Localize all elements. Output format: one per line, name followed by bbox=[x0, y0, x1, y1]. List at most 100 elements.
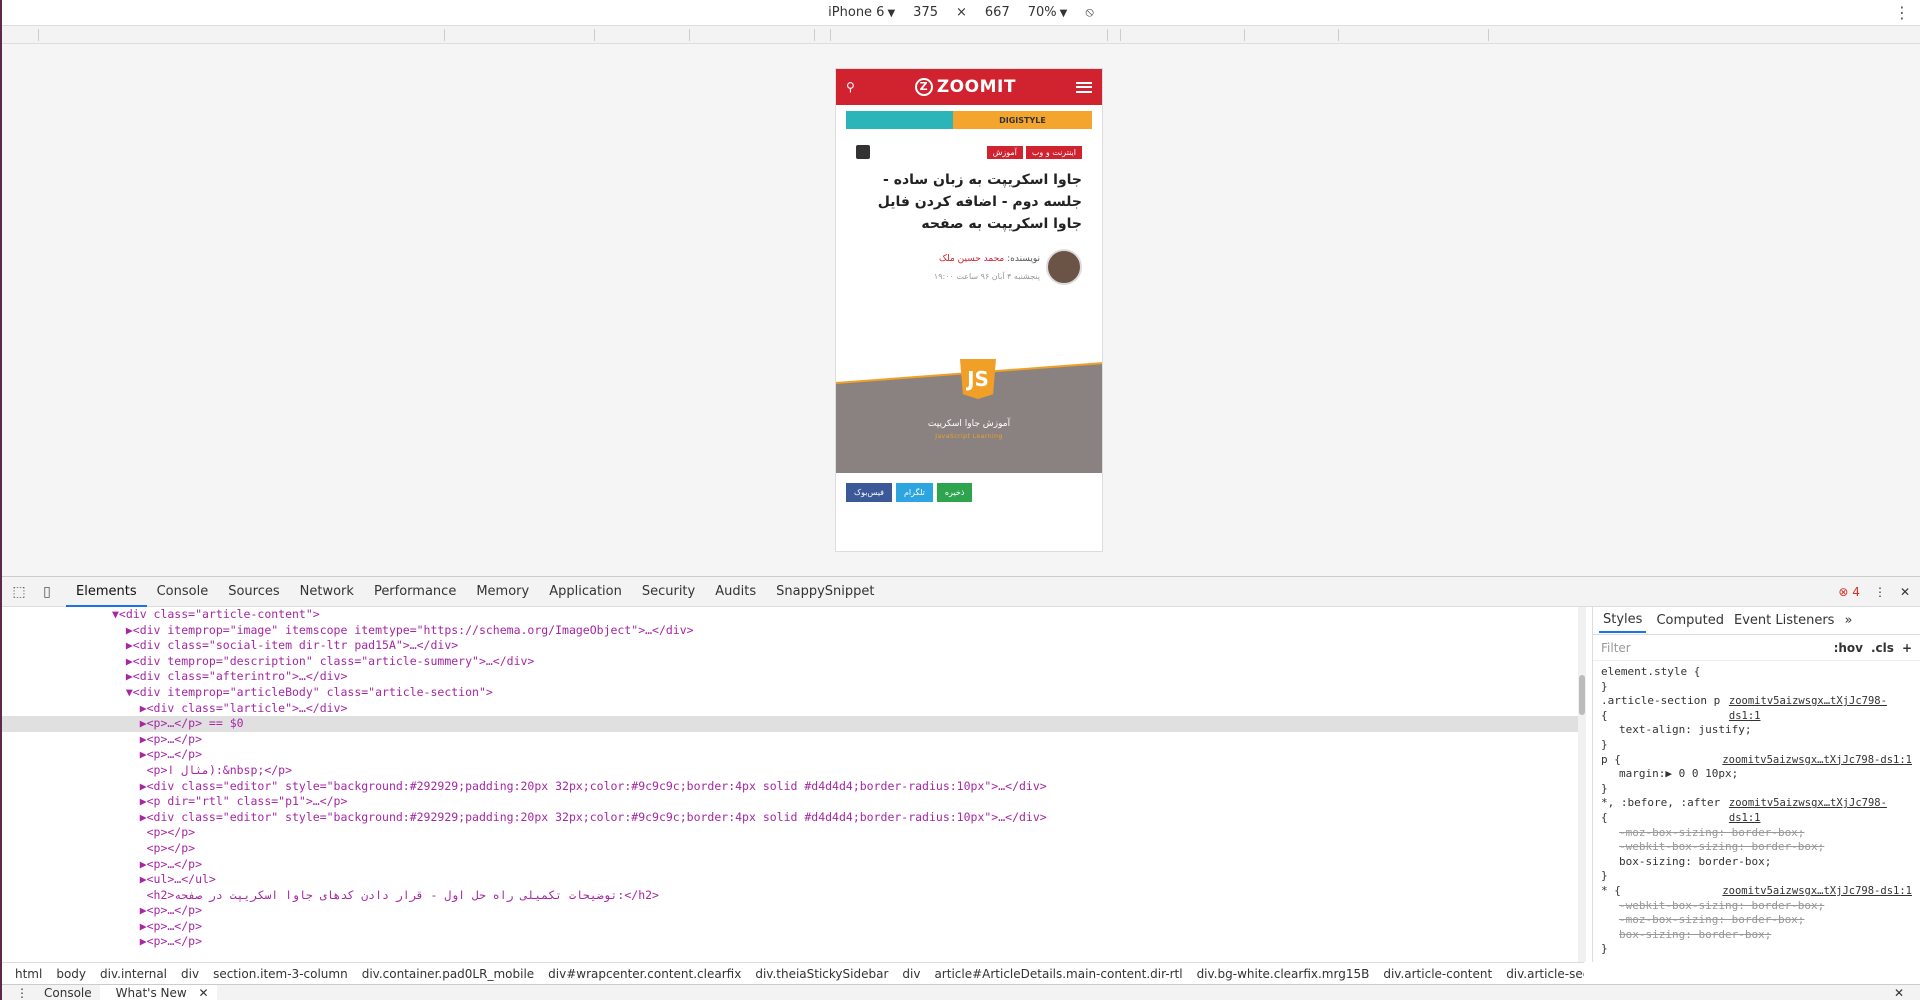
ad-banner[interactable]: DIGISTYLE bbox=[846, 111, 1092, 129]
dom-node-line[interactable]: ▶<div class="afterintro">…</div> bbox=[2, 669, 1584, 685]
dom-node-line[interactable]: ▶<div class="editor" style="background:#… bbox=[2, 779, 1584, 795]
tab-memory[interactable]: Memory bbox=[466, 577, 539, 607]
site-logo[interactable]: Z ZOOMIT bbox=[914, 77, 1016, 97]
dom-node-line[interactable]: ▶<p>…</p> bbox=[2, 747, 1584, 763]
breadcrumb-item[interactable]: article#ArticleDetails.main-content.dir-… bbox=[927, 967, 1189, 981]
search-icon[interactable]: ⚲ bbox=[846, 80, 855, 94]
dom-scrollbar[interactable] bbox=[1578, 607, 1586, 962]
rule-selector[interactable]: .article-section p { bbox=[1601, 694, 1729, 723]
dom-node-line[interactable]: ▶<p>…</p> bbox=[2, 903, 1584, 919]
css-property[interactable]: box-sizing: border-box; bbox=[1601, 928, 1912, 943]
close-icon[interactable]: ✕ bbox=[1900, 585, 1910, 599]
menu-icon[interactable] bbox=[1076, 81, 1092, 93]
drawer-tab-whats-new[interactable]: What's New ✕ bbox=[99, 984, 217, 1000]
styles-filter[interactable]: Filter :hov .cls + bbox=[1593, 635, 1920, 661]
device-select[interactable]: iPhone 6 ▼ bbox=[828, 5, 895, 20]
rule-selector[interactable]: p { bbox=[1601, 753, 1621, 768]
dom-tree[interactable]: ▼<div class="article-content"> ▶<div ite… bbox=[2, 607, 1584, 962]
tab-console[interactable]: Console bbox=[147, 577, 219, 607]
comment-count-icon[interactable] bbox=[856, 145, 870, 159]
css-property[interactable]: -moz-box-sizing: border-box; bbox=[1601, 913, 1912, 928]
drawer-close-icon[interactable]: ✕ bbox=[1886, 986, 1912, 1000]
dom-node-line[interactable]: ▼<div itemprop="articleBody" class="arti… bbox=[2, 685, 1584, 701]
rule-source-link[interactable]: zoomitv5aizwsgx…tXjJc798-ds1:1 bbox=[1729, 694, 1912, 723]
dom-node-line[interactable]: ▶<p>…</p> bbox=[2, 732, 1584, 748]
rule-source-link[interactable]: zoomitv5aizwsgx…tXjJc798-ds1:1 bbox=[1729, 796, 1912, 825]
css-property[interactable]: box-sizing: border-box; bbox=[1601, 855, 1912, 870]
breadcrumb-item[interactable]: div.theiaStickySidebar bbox=[748, 967, 895, 981]
drawer-tab-console[interactable]: Console bbox=[36, 986, 100, 1000]
dom-node-line[interactable]: ▶<div class="social-item dir-ltr pad15A"… bbox=[2, 638, 1584, 654]
dom-node-line[interactable]: ▶<div itemprop="image" itemscope itemtyp… bbox=[2, 623, 1584, 639]
dom-node-line[interactable]: ▶<div class="editor" style="background:#… bbox=[2, 810, 1584, 826]
rule-source-link[interactable]: zoomitv5aizwsgx…tXjJc798-ds1:1 bbox=[1722, 753, 1912, 768]
tag-web[interactable]: اینترنت و وب bbox=[1025, 145, 1082, 159]
rule-source-link[interactable]: zoomitv5aizwsgx…tXjJc798-ds1:1 bbox=[1722, 884, 1912, 899]
tab-computed[interactable]: Computed bbox=[1656, 613, 1724, 628]
tab-event-listeners[interactable]: Event Listeners bbox=[1734, 613, 1834, 628]
breadcrumb-item[interactable]: body bbox=[49, 967, 93, 981]
breadcrumb-item[interactable]: div.article-section bbox=[1499, 967, 1584, 981]
dom-node-line[interactable]: ▶<p>…</p> bbox=[2, 857, 1584, 873]
breadcrumb-item[interactable]: div.container.pad0LR_mobile bbox=[355, 967, 541, 981]
more-icon[interactable]: ⋮ bbox=[1874, 585, 1886, 599]
dom-node-line[interactable]: ▼<div class="article-content"> bbox=[2, 607, 1584, 623]
filter-input[interactable]: Filter bbox=[1601, 641, 1631, 655]
tag-learning[interactable]: آموزش bbox=[986, 145, 1023, 159]
breadcrumb-item[interactable]: div.internal bbox=[93, 967, 174, 981]
dom-node-line[interactable]: ▶<ul>…</ul> bbox=[2, 872, 1584, 888]
error-badge[interactable]: ⊗ 4 bbox=[1838, 585, 1860, 599]
media-query-ruler[interactable] bbox=[2, 26, 1920, 44]
add-rule-icon[interactable]: + bbox=[1902, 641, 1912, 655]
breadcrumb-item[interactable]: div.article-content bbox=[1376, 967, 1499, 981]
width-input[interactable]: 375 bbox=[913, 5, 938, 20]
tab-overflow[interactable]: » bbox=[1844, 613, 1852, 628]
breadcrumb-item[interactable]: html bbox=[8, 967, 49, 981]
dom-node-line[interactable]: ▶<div temprop="description" class="artic… bbox=[2, 654, 1584, 670]
rotate-icon[interactable]: ⦸ bbox=[1085, 5, 1093, 20]
cls-toggle[interactable]: .cls bbox=[1871, 641, 1894, 655]
rule-selector[interactable]: * { bbox=[1601, 884, 1621, 899]
dom-node-line[interactable]: ▶<p>…</p> == $0 bbox=[2, 716, 1584, 732]
breadcrumb-item[interactable]: div#wrapcenter.content.clearfix bbox=[541, 967, 748, 981]
tab-network[interactable]: Network bbox=[290, 577, 364, 607]
telegram-button[interactable]: تلگرام bbox=[895, 483, 933, 502]
dom-node-line[interactable]: ▶<p>…</p> bbox=[2, 919, 1584, 935]
breadcrumb-item[interactable]: div bbox=[174, 967, 206, 981]
tab-sources[interactable]: Sources bbox=[218, 577, 289, 607]
facebook-button[interactable]: فیس‌بوک bbox=[846, 483, 892, 502]
height-input[interactable]: 667 bbox=[985, 5, 1010, 20]
dom-node-line[interactable]: <h2>توضیحات تکمیلی راه حل اول - قرار داد… bbox=[2, 888, 1584, 904]
dom-node-line[interactable]: ▶<p>…</p> bbox=[2, 934, 1584, 950]
dom-node-line[interactable]: <p>مثال ا):&nbsp;</p> bbox=[2, 763, 1584, 779]
rule-selector[interactable]: element.style { bbox=[1601, 665, 1700, 680]
dom-node-line[interactable]: <p></p> bbox=[2, 825, 1584, 841]
save-button[interactable]: ذخیره bbox=[936, 483, 973, 502]
tab-elements[interactable]: Elements bbox=[66, 577, 147, 607]
dom-node-line[interactable]: ▶<div class="larticle">…</div> bbox=[2, 701, 1584, 717]
author-name[interactable]: نویسنده: محمد حسین ملک bbox=[934, 254, 1040, 264]
breadcrumb-item[interactable]: section.item-3-column bbox=[206, 967, 355, 981]
more-options-icon[interactable]: ⋮ bbox=[1894, 3, 1910, 22]
hov-toggle[interactable]: :hov bbox=[1834, 641, 1863, 655]
css-property[interactable]: -webkit-box-sizing: border-box; bbox=[1601, 840, 1912, 855]
tab-application[interactable]: Application bbox=[539, 577, 632, 607]
zoom-select[interactable]: 70% ▼ bbox=[1028, 5, 1068, 20]
breadcrumb-item[interactable]: div bbox=[895, 967, 927, 981]
css-property[interactable]: -moz-box-sizing: border-box; bbox=[1601, 826, 1912, 841]
device-toggle-icon[interactable]: ▯ bbox=[38, 583, 56, 601]
inspect-icon[interactable]: ⬚ bbox=[10, 583, 28, 601]
css-property[interactable]: -webkit-box-sizing: border-box; bbox=[1601, 899, 1912, 914]
css-property[interactable]: margin:▶ 0 0 10px; bbox=[1601, 767, 1912, 782]
dom-node-line[interactable]: ▶<p dir="rtl" class="p1">…</p> bbox=[2, 794, 1584, 810]
avatar[interactable] bbox=[1046, 249, 1082, 285]
css-property[interactable]: text-align: justify; bbox=[1601, 723, 1912, 738]
tab-snappysnippet[interactable]: SnappySnippet bbox=[766, 577, 884, 607]
drawer-menu-icon[interactable]: ⋮ bbox=[8, 986, 36, 1000]
tab-styles[interactable]: Styles bbox=[1599, 608, 1647, 633]
breadcrumb-item[interactable]: div.bg-white.clearfix.mrg15B bbox=[1190, 967, 1377, 981]
dom-node-line[interactable]: <p></p> bbox=[2, 841, 1584, 857]
tab-security[interactable]: Security bbox=[632, 577, 705, 607]
rule-selector[interactable]: *, :before, :after { bbox=[1601, 796, 1729, 825]
tab-performance[interactable]: Performance bbox=[364, 577, 466, 607]
